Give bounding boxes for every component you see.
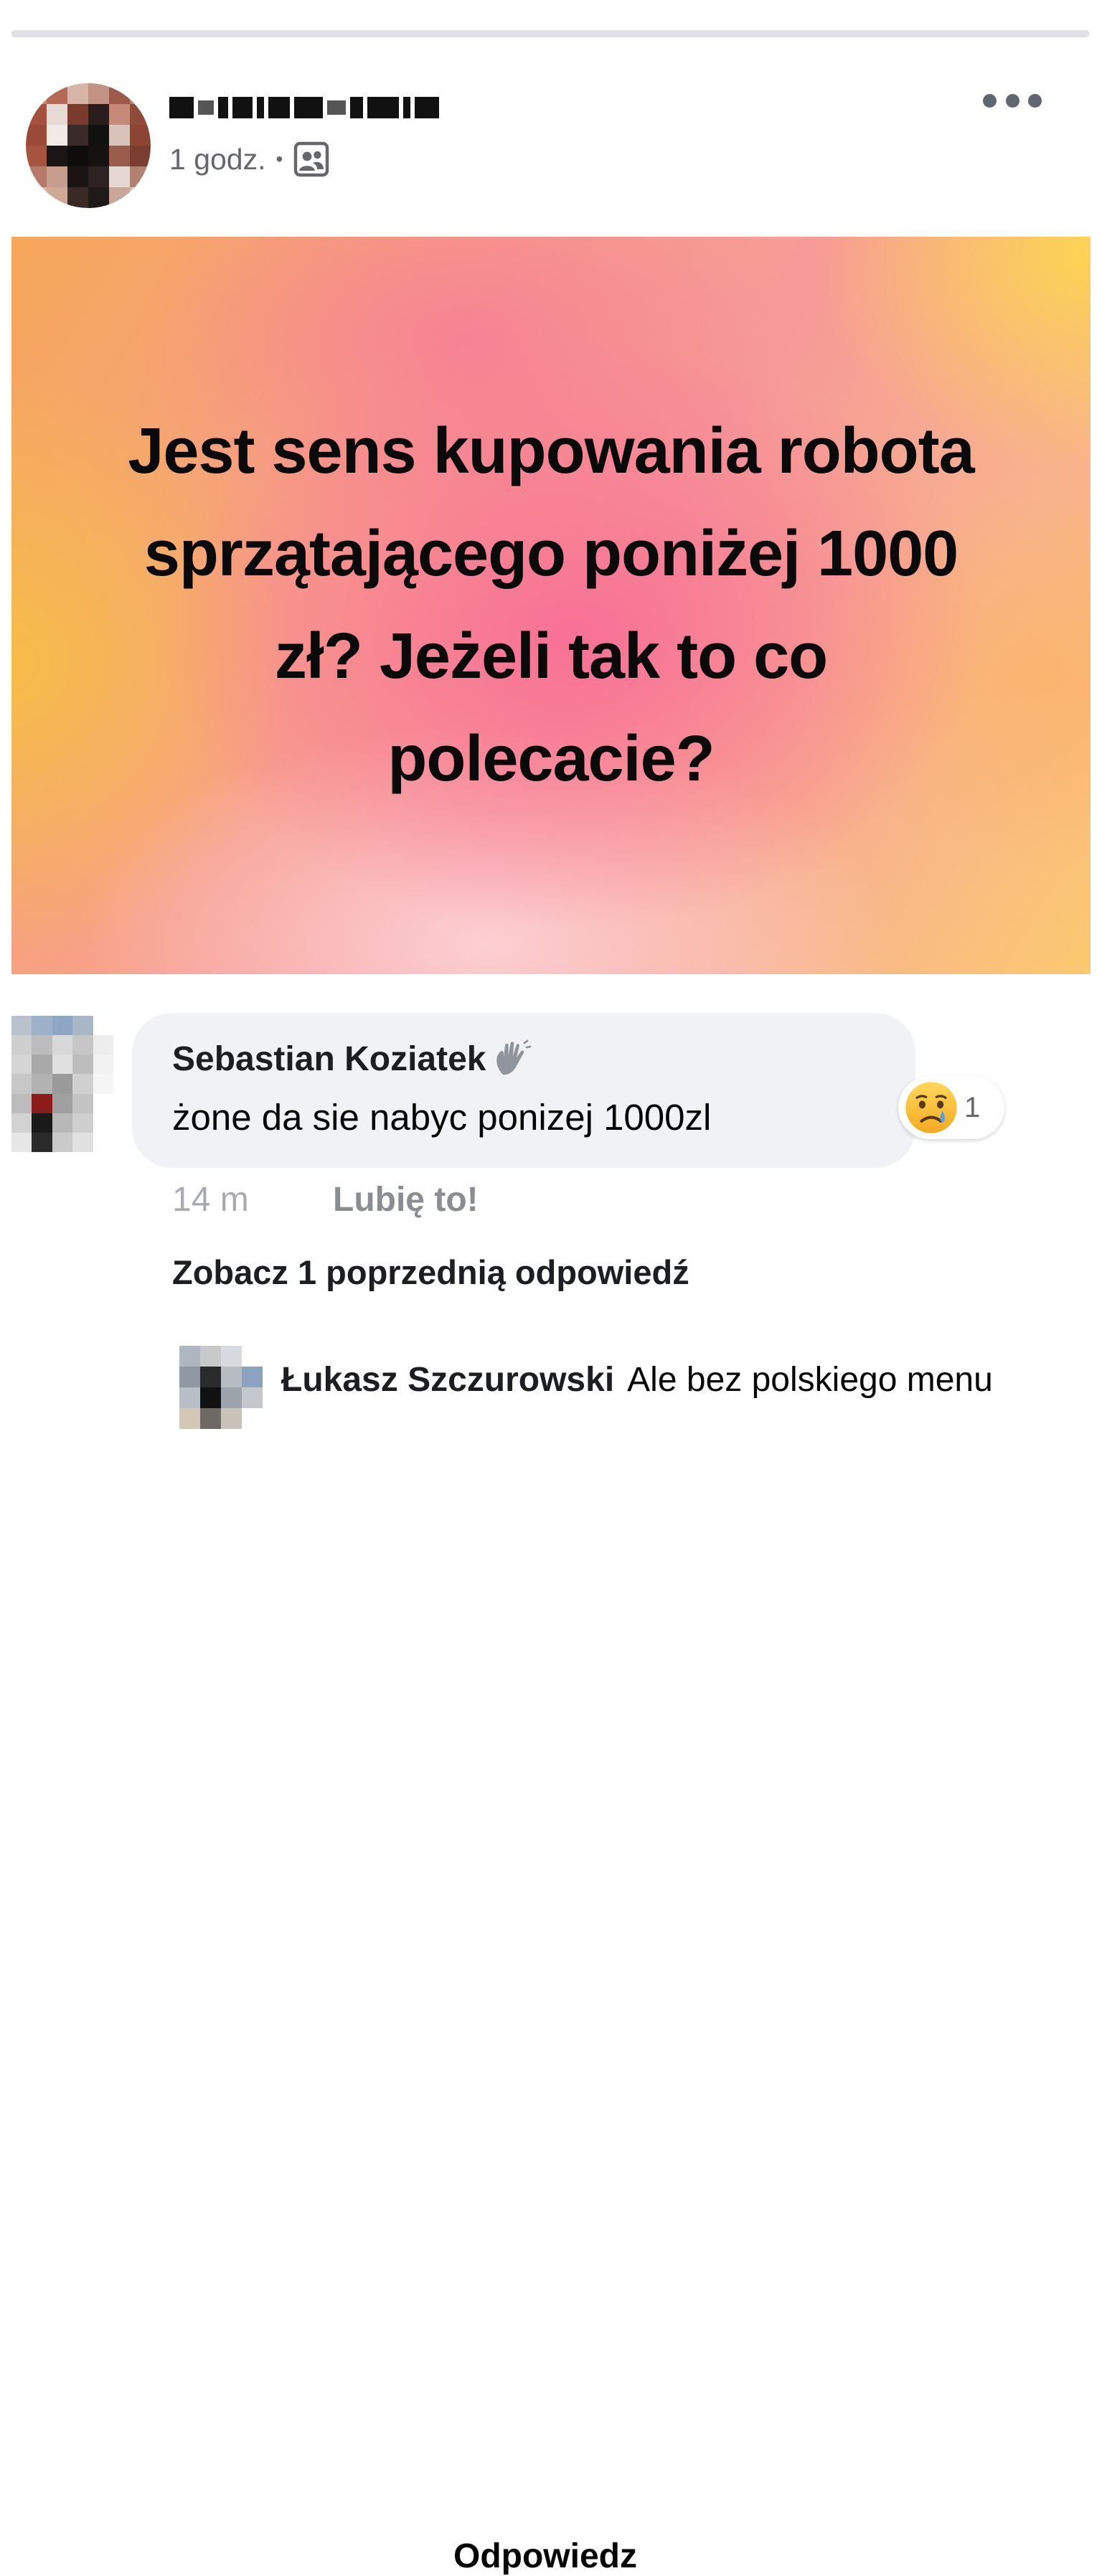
like-button[interactable]: Lubię to!	[333, 1180, 560, 1219]
reply-item: Łukasz Szczurowski Ale bez polskiego menu	[281, 1360, 993, 1400]
reaction-summary[interactable]: 1	[898, 1076, 1004, 1139]
commenter-avatar[interactable]	[11, 1016, 113, 1152]
reply-button[interactable]: Odpowiedz	[453, 2537, 637, 2576]
reaction-count: 1	[964, 1091, 981, 1123]
post-text: Jest sens kupowania robota sprzątającego…	[128, 415, 974, 795]
commenter-name[interactable]: Sebastian Koziatek	[172, 1039, 486, 1079]
more-horizontal-icon	[983, 93, 997, 108]
author-avatar[interactable]	[26, 83, 151, 208]
comment-bubble	[132, 1013, 915, 1168]
post-background-card[interactable]: Jest sens kupowania robota sprzątającego…	[11, 237, 1091, 974]
wave-hand-icon	[496, 1039, 532, 1075]
reply-author-name[interactable]: Łukasz Szczurowski	[281, 1361, 614, 1399]
commenter-name-row: Sebastian Koziatek	[172, 1039, 532, 1079]
author-name-redacted[interactable]	[169, 92, 485, 123]
group-icon[interactable]	[293, 141, 330, 178]
post-time[interactable]: 1 godz.	[169, 143, 266, 176]
post-meta: 1 godz. •	[169, 141, 330, 178]
meta-separator: •	[276, 148, 283, 170]
comment-actions: 14 m Lubię to! Odpowiedz	[172, 1176, 637, 2576]
sad-face-icon	[905, 1082, 957, 1133]
comment-time[interactable]: 14 m	[172, 1180, 333, 1219]
more-options-button[interactable]	[983, 86, 1042, 115]
reply-author-avatar[interactable]	[179, 1346, 263, 1429]
top-divider	[11, 30, 1089, 37]
reply-text: Ale bez polskiego menu	[627, 1361, 993, 1399]
view-previous-replies-link[interactable]: Zobacz 1 poprzednią odpowiedź	[172, 1252, 689, 1292]
comment-text: żone da sie nabyc ponizej 1000zl	[172, 1097, 712, 1138]
